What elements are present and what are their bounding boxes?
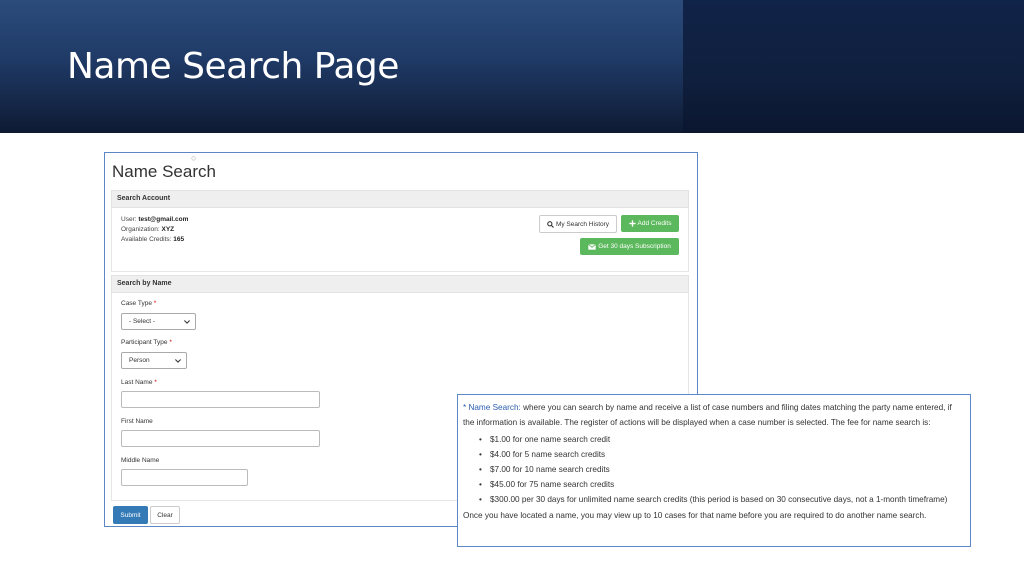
submit-button[interactable]: Submit xyxy=(113,506,148,524)
slide: Name Search Page ○ Name Search Search Ac… xyxy=(0,0,1024,576)
participant-type-value: Person xyxy=(129,357,150,364)
fee-item: $1.00 for one name search credit xyxy=(479,432,965,447)
fee-item: $45.00 for 75 name search credits xyxy=(479,477,965,492)
user-value: test@gmail.com xyxy=(138,216,189,223)
info-footer: Once you have located a name, you may vi… xyxy=(463,511,927,520)
fee-item: $4.00 for 5 name search credits xyxy=(479,447,965,462)
info-term: Name Search: xyxy=(468,403,521,412)
fee-item: $300.00 per 30 days for unlimited name s… xyxy=(479,492,965,507)
account-user: User: test@gmail.com xyxy=(121,216,188,223)
account-credits: Available Credits: 165 xyxy=(121,236,184,243)
get-subscription-button[interactable]: Get 30 days Subscription xyxy=(580,238,679,255)
credits-value: 165 xyxy=(173,236,185,243)
fee-list: $1.00 for one name search credit $4.00 f… xyxy=(479,432,965,507)
participant-type-label-text: Participant Type xyxy=(121,339,168,346)
participant-type-select[interactable]: Person xyxy=(121,352,187,369)
chevron-down-icon xyxy=(184,319,190,324)
fee-item: $7.00 for 10 name search credits xyxy=(479,462,965,477)
last-name-label-text: Last Name xyxy=(121,379,153,386)
my-search-history-button[interactable]: My Search History xyxy=(539,215,617,233)
required-mark: * xyxy=(154,379,157,386)
add-credits-label: Add Credits xyxy=(637,220,672,227)
search-account-heading: Search Account xyxy=(111,190,689,208)
first-name-label: First Name xyxy=(121,418,153,425)
case-type-label: Case Type * xyxy=(121,300,156,307)
case-type-value: - Select - xyxy=(129,318,156,325)
middle-name-label: Middle Name xyxy=(121,457,160,464)
page-title: Name Search xyxy=(112,162,216,181)
required-mark: * xyxy=(153,300,157,307)
credits-label: Available Credits: xyxy=(121,236,172,243)
user-label: User: xyxy=(121,216,137,223)
clear-button[interactable]: Clear xyxy=(150,506,180,524)
case-type-label-text: Case Type xyxy=(121,300,152,307)
last-name-input[interactable] xyxy=(121,391,320,408)
chevron-down-icon xyxy=(175,358,181,363)
organization-label: Organization: xyxy=(121,226,160,233)
info-prefix: * xyxy=(463,403,467,412)
slide-title: Name Search Page xyxy=(67,46,399,87)
my-search-history-label: My Search History xyxy=(555,220,610,228)
required-mark: * xyxy=(169,339,172,346)
search-by-name-heading: Search by Name xyxy=(111,275,689,293)
get-subscription-label: Get 30 days Subscription xyxy=(598,243,671,250)
add-credits-button[interactable]: Add Credits xyxy=(621,215,679,232)
middle-name-input[interactable] xyxy=(121,469,248,486)
last-name-label: Last Name * xyxy=(121,379,157,386)
info-description-text: where you can search by name and receive… xyxy=(463,403,952,427)
participant-type-label: Participant Type * xyxy=(121,339,172,346)
info-description: * Name Search: where you can search by n… xyxy=(463,400,965,430)
first-name-input[interactable] xyxy=(121,430,320,447)
header-band-right xyxy=(683,0,1024,133)
organization-value: XYZ xyxy=(161,226,175,233)
search-icon xyxy=(547,220,554,228)
plus-icon xyxy=(628,220,636,227)
envelope-icon xyxy=(588,243,597,250)
case-type-select[interactable]: - Select - xyxy=(121,313,196,330)
account-organization: Organization: XYZ xyxy=(121,226,174,233)
name-search-info-box: * Name Search: where you can search by n… xyxy=(457,394,971,547)
